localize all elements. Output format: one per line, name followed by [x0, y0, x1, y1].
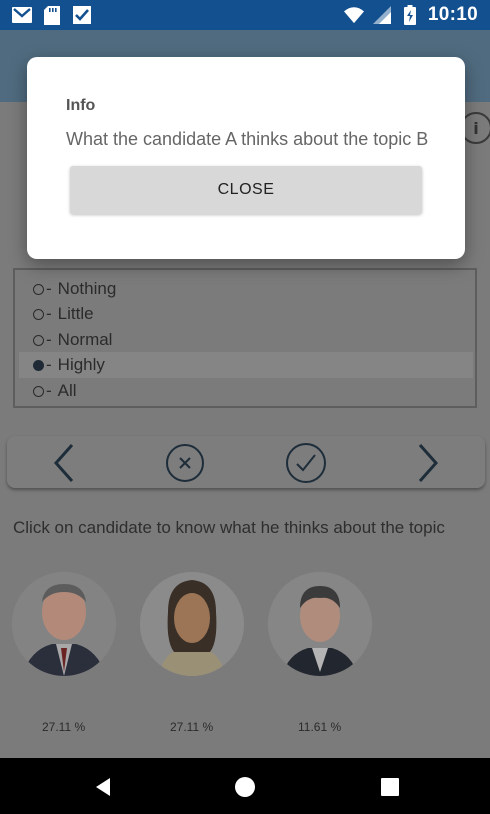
candidate-avatar-1[interactable] [12, 572, 116, 676]
radio-selected-icon [33, 359, 44, 371]
chevron-right-icon [418, 444, 439, 482]
candidate-avatar-3[interactable] [268, 572, 372, 676]
candidate-percent-1: 27.11 % [42, 720, 86, 734]
next-button[interactable] [405, 441, 449, 485]
options-group: - Nothing - Little - Normal - Highly - A… [13, 268, 477, 408]
recents-square-icon [381, 778, 399, 796]
back-triangle-icon [96, 778, 110, 796]
option-highly[interactable]: - Highly [19, 352, 473, 378]
chevron-left-icon [53, 444, 74, 482]
candidate-percent-3: 11.61 % [298, 720, 342, 734]
option-label: Highly [57, 355, 105, 374]
option-label: Nothing [57, 279, 117, 298]
back-button[interactable] [88, 772, 118, 802]
previous-button[interactable] [43, 441, 87, 485]
close-button[interactable]: CLOSE [70, 166, 422, 214]
status-time: 10:10 [427, 4, 478, 25]
option-nothing[interactable]: - Nothing [19, 276, 473, 302]
battery-icon [400, 5, 420, 25]
option-all[interactable]: - All [19, 378, 473, 404]
confirm-button[interactable] [284, 441, 328, 485]
option-label: Normal [57, 330, 113, 349]
info-dialog: Info What the candidate A thinks about t… [27, 57, 465, 259]
signal-icon [372, 5, 392, 25]
candidate-avatar-2[interactable] [140, 572, 244, 676]
gmail-icon [12, 5, 32, 25]
dialog-title: Info [66, 97, 96, 114]
option-label: Little [57, 304, 94, 323]
recents-button[interactable] [375, 772, 405, 802]
home-circle-icon [235, 777, 255, 797]
radio-icon [33, 334, 44, 346]
option-normal[interactable]: - Normal [19, 327, 473, 353]
candidate-percent-2: 27.11 % [170, 720, 214, 734]
home-button[interactable] [230, 772, 260, 802]
close-circle-icon [166, 444, 204, 482]
tasks-icon [72, 5, 92, 25]
system-navigation-bar [0, 758, 490, 814]
question-navigation [7, 436, 485, 488]
clear-button[interactable] [163, 441, 207, 485]
dialog-message: What the candidate A thinks about the to… [66, 129, 429, 149]
radio-icon [33, 308, 44, 320]
radio-icon [33, 385, 44, 397]
option-label: All [57, 381, 77, 400]
radio-icon [33, 283, 44, 295]
option-little[interactable]: - Little [19, 301, 473, 327]
sd-card-icon [42, 5, 62, 25]
hint-text: Click on candidate to know what he think… [13, 518, 445, 537]
check-circle-icon [286, 443, 326, 483]
wifi-icon [343, 5, 364, 25]
status-bar: 10:10 [0, 0, 490, 30]
